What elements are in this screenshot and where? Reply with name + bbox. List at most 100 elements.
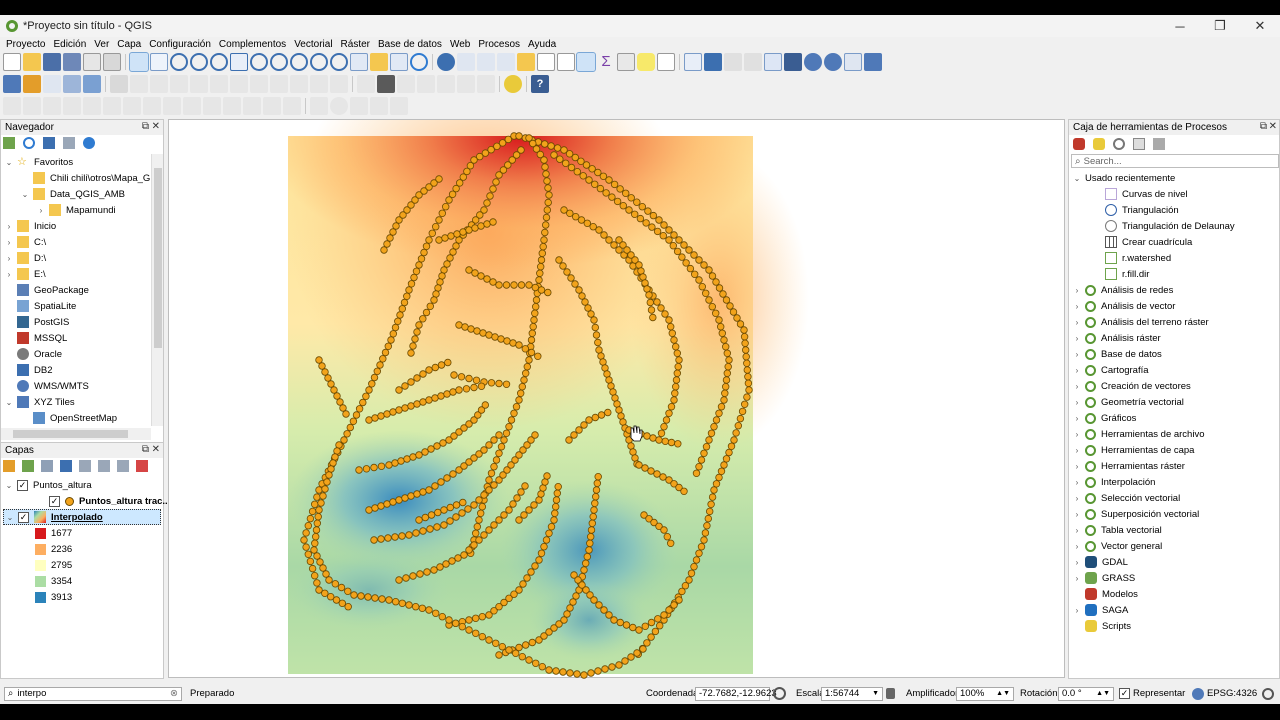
map-canvas[interactable] — [168, 30, 1066, 679]
chevron-right-icon[interactable]: › — [1073, 558, 1081, 567]
minimize-button[interactable]: ─ — [1160, 15, 1200, 37]
chevron-down-icon[interactable]: ⌄ — [5, 481, 13, 490]
render-checkbox[interactable]: ✓ Representar — [1119, 686, 1185, 701]
processing-group[interactable]: › Herramientas de capa — [1073, 442, 1194, 458]
map-svg[interactable] — [169, 30, 1066, 679]
chevron-right-icon[interactable]: › — [37, 206, 45, 215]
processing-group[interactable]: › Análisis ráster — [1073, 330, 1161, 346]
menu-base-de-datos[interactable]: Base de datos — [374, 39, 446, 50]
rotation-spinbox[interactable]: 0.0 ° ▲▼ — [1058, 686, 1114, 701]
new-project-icon[interactable] — [3, 53, 21, 71]
options-wrench-icon[interactable] — [1153, 138, 1165, 150]
processing-toolbox-icon[interactable] — [576, 52, 596, 72]
new-shapefile-icon[interactable] — [43, 75, 61, 93]
history-icon[interactable] — [1113, 138, 1125, 150]
chevron-down-icon[interactable]: ⌄ — [1073, 174, 1081, 183]
browser-item[interactable]: › Inicio — [5, 218, 56, 234]
coordinate-field[interactable]: -72.7682,-12.9623 — [695, 686, 777, 701]
label-show-icon[interactable] — [477, 75, 495, 93]
properties-info-icon[interactable] — [83, 137, 95, 149]
processing-group[interactable]: › Interpolación — [1073, 474, 1155, 490]
close-processing-icon[interactable]: ✕ — [1269, 121, 1277, 132]
identify-icon[interactable] — [437, 53, 455, 71]
raster-grid-icon[interactable] — [704, 53, 722, 71]
locator-clear-icon[interactable]: ⊗ — [170, 688, 178, 699]
select-features-icon[interactable] — [477, 53, 495, 71]
chevron-down-icon[interactable]: ⌄ — [5, 158, 13, 167]
redo-icon[interactable] — [330, 75, 348, 93]
browser-item[interactable]: PostGIS — [5, 314, 69, 330]
processing-provider[interactable]: Modelos — [1073, 586, 1138, 602]
add-ring-icon[interactable] — [23, 97, 41, 115]
zoom-next-icon[interactable] — [330, 53, 348, 71]
chevron-right-icon[interactable]: › — [1073, 350, 1081, 359]
recent-algorithm[interactable]: Triangulación — [1105, 202, 1179, 218]
merge-features-icon[interactable] — [203, 97, 221, 115]
add-part-icon[interactable] — [63, 97, 81, 115]
label-rotate-icon[interactable] — [437, 75, 455, 93]
close-button[interactable]: ✕ — [1240, 15, 1280, 37]
recent-group[interactable]: ⌄ Usado recientemente — [1073, 170, 1176, 186]
chevron-right-icon[interactable]: › — [1073, 366, 1081, 375]
processing-group[interactable]: › Análisis de vector — [1073, 298, 1175, 314]
processing-provider[interactable]: › GDAL — [1073, 554, 1128, 570]
collapse-layers-icon[interactable] — [117, 460, 129, 472]
layer-visibility-checkbox[interactable]: ✓ — [49, 495, 60, 507]
data-source-manager-icon[interactable] — [3, 75, 21, 93]
chevron-right-icon[interactable]: › — [1073, 398, 1081, 407]
chevron-right-icon[interactable]: › — [1073, 462, 1081, 471]
processing-group[interactable]: › Análisis del terreno ráster — [1073, 314, 1209, 330]
text-annotation-icon[interactable] — [657, 53, 675, 71]
copy-icon[interactable] — [270, 75, 288, 93]
field-calculator-icon[interactable] — [557, 53, 575, 71]
browser-item[interactable]: MSSQL — [5, 330, 67, 346]
zoom-last-icon[interactable] — [310, 53, 328, 71]
messages-icon[interactable] — [1262, 686, 1274, 701]
crs-button[interactable]: EPSG:4326 — [1192, 686, 1257, 701]
delete-icon[interactable] — [230, 75, 248, 93]
zoom-out-icon[interactable] — [190, 53, 208, 71]
chevron-down-icon[interactable]: ⌄ — [6, 513, 14, 522]
browser-item[interactable]: › Mapamundi — [37, 202, 116, 218]
zoom-rubberband-icon[interactable] — [210, 53, 228, 71]
chevron-right-icon[interactable]: › — [1073, 334, 1081, 343]
zoom-in-icon[interactable] — [170, 53, 188, 71]
chevron-right-icon[interactable]: › — [1073, 574, 1081, 583]
browser-item[interactable]: GeoPackage — [5, 282, 89, 298]
map-tips-icon[interactable] — [637, 53, 655, 71]
split-features-icon[interactable] — [163, 97, 181, 115]
vertex-icon[interactable] — [764, 53, 782, 71]
edit-attributes-icon[interactable] — [210, 75, 228, 93]
shape-star-icon[interactable] — [390, 97, 408, 115]
browser-item[interactable]: ⌄ XYZ Tiles — [5, 394, 75, 410]
georeferencer-icon[interactable] — [684, 53, 702, 71]
layer-item[interactable]: ⌄ ✓ Puntos_altura — [5, 477, 92, 493]
menu-procesos[interactable]: Procesos — [474, 39, 524, 50]
recent-algorithm[interactable]: r.watershed — [1105, 250, 1171, 266]
chevron-right-icon[interactable]: › — [5, 270, 13, 279]
statistics-sigma-icon[interactable]: Σ — [597, 53, 615, 71]
chevron-right-icon[interactable]: › — [1073, 430, 1081, 439]
chevron-right-icon[interactable]: › — [5, 222, 13, 231]
recent-algorithm[interactable]: r.fill.dir — [1105, 266, 1149, 282]
chevron-right-icon[interactable]: › — [5, 254, 13, 263]
chevron-right-icon[interactable]: › — [1073, 414, 1081, 423]
advanced-digitize-icon[interactable] — [3, 97, 21, 115]
filter-expression-icon[interactable] — [79, 460, 91, 472]
browser-scrollbar[interactable] — [151, 154, 163, 426]
fill-ring-icon[interactable] — [43, 97, 61, 115]
select-by-value-icon[interactable] — [497, 53, 515, 71]
browser-hscroll-thumb[interactable] — [13, 430, 128, 438]
processing-group[interactable]: › Vector general — [1073, 538, 1162, 554]
float-processing-icon[interactable]: ⧉ — [1260, 121, 1267, 132]
chevron-right-icon[interactable]: › — [1073, 302, 1081, 311]
browser-item[interactable]: ⌄ ☆ Favoritos — [5, 154, 73, 170]
remove-layer-icon[interactable] — [136, 460, 148, 472]
pan-hand-icon[interactable] — [129, 52, 149, 72]
paste-icon[interactable] — [290, 75, 308, 93]
processing-provider[interactable]: › GRASS — [1073, 570, 1135, 586]
deselect-icon[interactable] — [517, 53, 535, 71]
vertex-tool-icon[interactable] — [190, 75, 208, 93]
zoom-to-selection-icon[interactable] — [250, 53, 268, 71]
processing-search-field[interactable]: ⌕ Search... — [1071, 154, 1279, 168]
